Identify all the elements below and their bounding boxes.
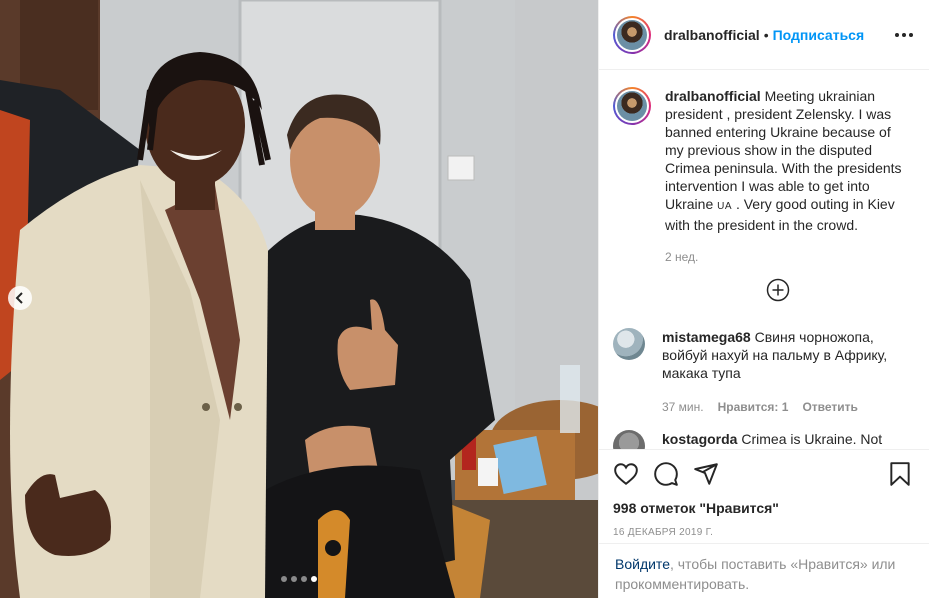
caption-avatar[interactable] [613,87,651,125]
post-dialog: dralbanofficial • Подписаться dralbanoff… [0,0,929,598]
avatar[interactable] [613,15,651,54]
comment-likes[interactable]: Нравится: 1 [718,398,789,416]
comments-list[interactable]: dralbanofficial Meeting ukrainian presid… [599,71,929,449]
carousel-prev-button[interactable] [8,286,32,310]
follow-button[interactable]: Подписаться [773,27,865,43]
likes-link[interactable]: 998 отметок "Нравится" [613,500,779,516]
action-bar: 998 отметок "Нравится" 16 ДЕКАБРЯ 2019 Г… [599,449,929,538]
caption: dralbanofficial Meeting ukrainian presid… [613,87,913,266]
header-username[interactable]: dralbanofficial [664,27,760,43]
caption-time[interactable]: 2 нед. [665,248,698,266]
comment-icon[interactable] [653,461,679,487]
post-date[interactable]: 16 ДЕКАБРЯ 2019 Г. [613,527,913,538]
carousel-dot [301,576,307,582]
comment-time[interactable]: 37 мин. [662,398,704,416]
comment-username[interactable]: kostagorda [662,431,737,447]
carousel-dot [291,576,297,582]
comment-username[interactable]: mistamega68 [662,329,751,345]
chevron-left-icon [15,292,23,304]
heart-icon[interactable] [613,461,639,487]
likes-count: 998 отметок "Нравится" [613,500,913,516]
carousel-dot-active [311,576,317,582]
login-prompt: Войдите, чтобы поставить «Нравится» или … [599,543,929,598]
load-more-comments-button[interactable] [613,278,913,302]
post-side-panel: dralbanofficial • Подписаться dralbanoff… [598,0,929,598]
comment-avatar[interactable] [613,328,645,360]
more-options-button[interactable] [895,27,913,43]
carousel-dot [281,576,287,582]
comment-text: Crimea is Ukraine. Not [741,431,883,447]
comment-item: kostagorda Crimea is Ukraine. Not [613,430,913,449]
login-link[interactable]: Войдите [615,556,670,572]
caption-text: Meeting ukrainian president , president … [665,88,902,212]
post-header: dralbanofficial • Подписаться [599,0,929,70]
plus-circle-icon [766,278,790,302]
photo-image [0,0,598,598]
header-separator: • [763,26,769,43]
comment-avatar[interactable] [613,430,645,449]
post-photo[interactable] [0,0,598,598]
share-icon[interactable] [693,461,719,487]
more-icon [895,32,899,37]
caption-username[interactable]: dralbanofficial [665,88,761,104]
bookmark-icon[interactable] [887,461,913,487]
comment-item: mistamega68 Свиня чорножопа, войбуй наху… [613,328,913,416]
flag-text: UA [717,201,733,212]
carousel-indicator [0,576,598,582]
reply-button[interactable]: Ответить [802,398,857,416]
